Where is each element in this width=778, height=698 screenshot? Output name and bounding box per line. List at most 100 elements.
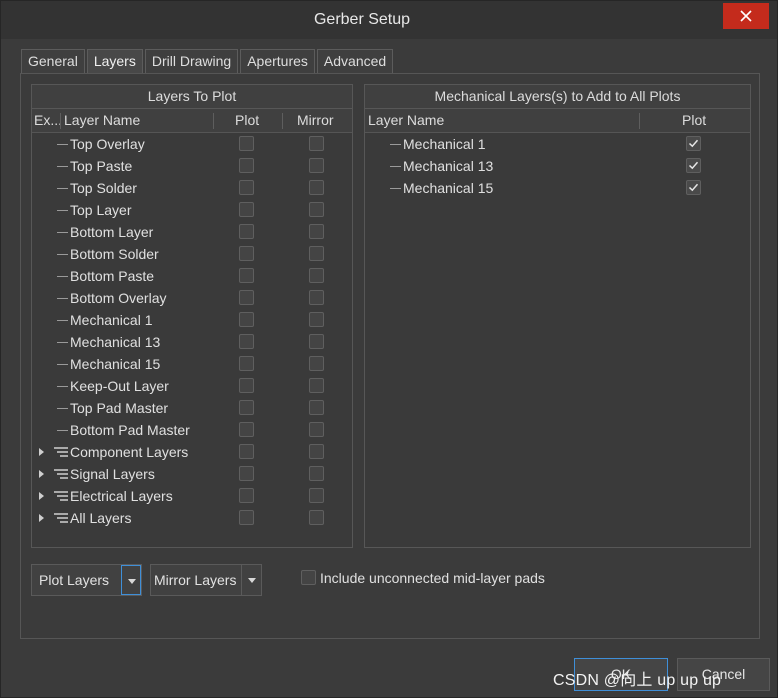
layer-name: All Layers	[70, 510, 132, 526]
plot-checkbox[interactable]	[686, 180, 701, 195]
column-header-mirror[interactable]: Mirror	[297, 109, 334, 132]
layer-name: Bottom Paste	[70, 268, 155, 284]
triangle-right-icon[interactable]	[39, 514, 44, 522]
mirror-checkbox[interactable]	[309, 224, 324, 239]
mirror-layers-label[interactable]: Mirror Layers	[151, 565, 236, 595]
table-row[interactable]: Mechanical 1	[365, 133, 750, 155]
table-row[interactable]: Bottom Paste	[32, 265, 352, 287]
plot-checkbox[interactable]	[239, 400, 254, 415]
column-header-expand[interactable]: Ex...	[34, 109, 62, 132]
plot-checkbox[interactable]	[239, 466, 254, 481]
table-row[interactable]: Bottom Overlay	[32, 287, 352, 309]
column-header-plot[interactable]: Plot	[235, 109, 259, 132]
tab-layers[interactable]: Layers	[86, 49, 143, 74]
mechanical-column-header: Layer Name Plot	[365, 109, 750, 133]
table-row[interactable]: Mechanical 13	[365, 155, 750, 177]
tab-advanced[interactable]: Advanced	[316, 49, 394, 74]
chevron-down-icon	[248, 578, 256, 583]
table-row[interactable]: Top Pad Master	[32, 397, 352, 419]
mirror-checkbox[interactable]	[309, 400, 324, 415]
mirror-checkbox[interactable]	[309, 488, 324, 503]
mirror-checkbox[interactable]	[309, 422, 324, 437]
tab-drill-drawing[interactable]: Drill Drawing	[144, 49, 239, 74]
plot-checkbox[interactable]	[239, 488, 254, 503]
triangle-right-icon[interactable]	[39, 492, 44, 500]
tree-line	[57, 254, 68, 255]
plot-layers-button[interactable]: Plot Layers	[31, 564, 142, 596]
triangle-right-icon[interactable]	[39, 448, 44, 456]
mirror-checkbox[interactable]	[309, 290, 324, 305]
close-icon	[740, 10, 752, 22]
plot-checkbox[interactable]	[239, 158, 254, 173]
plot-layers-dropdown[interactable]	[121, 565, 141, 595]
table-row[interactable]: All Layers	[32, 507, 352, 529]
tab-general[interactable]: General	[21, 49, 85, 74]
plot-checkbox[interactable]	[239, 356, 254, 371]
table-row[interactable]: Top Paste	[32, 155, 352, 177]
plot-checkbox[interactable]	[239, 334, 254, 349]
layer-name: Signal Layers	[70, 466, 155, 482]
layer-group-icon	[54, 490, 68, 502]
mirror-checkbox[interactable]	[309, 510, 324, 525]
mirror-layers-button[interactable]: Mirror Layers	[150, 564, 262, 596]
table-row[interactable]: Bottom Pad Master	[32, 419, 352, 441]
mirror-checkbox[interactable]	[309, 378, 324, 393]
table-row[interactable]: Mechanical 13	[32, 331, 352, 353]
plot-checkbox[interactable]	[239, 510, 254, 525]
plot-layers-label[interactable]: Plot Layers	[32, 565, 109, 595]
layers-to-plot-title: Layers To Plot	[32, 85, 352, 109]
plot-checkbox[interactable]	[239, 224, 254, 239]
plot-checkbox[interactable]	[686, 136, 701, 151]
plot-checkbox[interactable]	[239, 202, 254, 217]
mirror-checkbox[interactable]	[309, 356, 324, 371]
plot-checkbox[interactable]	[239, 378, 254, 393]
table-row[interactable]: Mechanical 1	[32, 309, 352, 331]
table-row[interactable]: Signal Layers	[32, 463, 352, 485]
plot-checkbox[interactable]	[239, 136, 254, 151]
layer-name: Keep-Out Layer	[70, 378, 169, 394]
column-header-layer-name[interactable]: Layer Name	[64, 109, 140, 132]
plot-checkbox[interactable]	[239, 312, 254, 327]
plot-checkbox[interactable]	[239, 444, 254, 459]
mirror-checkbox[interactable]	[309, 466, 324, 481]
tree-line	[57, 430, 68, 431]
table-row[interactable]: Component Layers	[32, 441, 352, 463]
mirror-layers-dropdown[interactable]	[241, 565, 261, 595]
close-button[interactable]	[723, 3, 769, 29]
table-row[interactable]: Electrical Layers	[32, 485, 352, 507]
include-unconnected-checkbox[interactable]	[301, 570, 316, 585]
tab-apertures[interactable]: Apertures	[240, 49, 315, 74]
mirror-checkbox[interactable]	[309, 202, 324, 217]
plot-checkbox[interactable]	[239, 268, 254, 283]
tree-line	[57, 364, 68, 365]
watermark-text: CSDN @向上 up up up	[553, 672, 722, 689]
plot-checkbox[interactable]	[686, 158, 701, 173]
triangle-right-icon[interactable]	[39, 470, 44, 478]
mirror-checkbox[interactable]	[309, 180, 324, 195]
plot-checkbox[interactable]	[239, 290, 254, 305]
table-row[interactable]: Bottom Layer	[32, 221, 352, 243]
plot-checkbox[interactable]	[239, 422, 254, 437]
plot-checkbox[interactable]	[239, 246, 254, 261]
table-row[interactable]: Mechanical 15	[365, 177, 750, 199]
layer-name: Top Pad Master	[70, 400, 169, 416]
column-header-plot[interactable]: Plot	[682, 109, 706, 132]
column-header-layer-name[interactable]: Layer Name	[368, 109, 444, 132]
chevron-down-icon	[128, 579, 136, 584]
table-row[interactable]: Top Overlay	[32, 133, 352, 155]
table-row[interactable]: Top Solder	[32, 177, 352, 199]
mirror-checkbox[interactable]	[309, 334, 324, 349]
plot-checkbox[interactable]	[239, 180, 254, 195]
mirror-checkbox[interactable]	[309, 444, 324, 459]
table-row[interactable]: Mechanical 15	[32, 353, 352, 375]
mirror-checkbox[interactable]	[309, 136, 324, 151]
mirror-checkbox[interactable]	[309, 158, 324, 173]
mirror-checkbox[interactable]	[309, 312, 324, 327]
layer-name: Top Paste	[70, 158, 133, 174]
table-row[interactable]: Top Layer	[32, 199, 352, 221]
table-row[interactable]: Keep-Out Layer	[32, 375, 352, 397]
tree-line	[390, 188, 401, 189]
table-row[interactable]: Bottom Solder	[32, 243, 352, 265]
mirror-checkbox[interactable]	[309, 268, 324, 283]
mirror-checkbox[interactable]	[309, 246, 324, 261]
